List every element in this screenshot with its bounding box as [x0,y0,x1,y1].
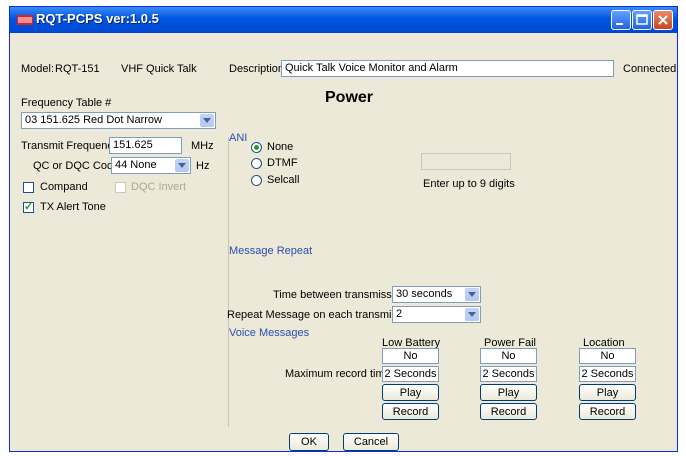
title-bar[interactable]: RQT-PCPS ver:1.0.5 [10,7,677,33]
compand-checkbox[interactable] [23,182,34,193]
ani-digits-field[interactable] [421,153,511,170]
maximize-icon [636,14,648,25]
minimize-button[interactable] [611,10,631,30]
qc-label: QC or DQC Code: [33,160,123,172]
app-icon [17,15,33,25]
ani-radio-selcall[interactable] [251,175,262,186]
ani-hint: Enter up to 9 digits [423,178,515,190]
close-button[interactable] [653,10,673,30]
repeat-message-select[interactable]: 2 [392,306,481,323]
dqc-invert-label: DQC Invert [131,181,187,193]
ani-option-none: None [267,141,294,153]
tx-alert-label: TX Alert Tone [40,201,106,213]
freq-table-label: Frequency Table # [21,97,112,109]
max-record-label: Maximum record time [285,368,391,380]
chevron-down-icon[interactable] [465,308,479,321]
location-record-button[interactable]: Record [579,403,636,420]
chevron-down-icon[interactable] [175,159,189,172]
freq-table-select[interactable]: 03 151.625 Red Dot Narrow [21,112,216,129]
ani-group-label: ANI [229,132,248,144]
time-between-select[interactable]: 30 seconds [392,286,481,303]
repeat-message-label: Repeat Message on each transmission [227,309,418,321]
power-fail-time: 2 Seconds [480,366,537,382]
qc-unit: Hz [196,160,210,172]
power-fail-record-button[interactable]: Record [480,403,537,420]
app-window: RQT-PCPS ver:1.0.5 Model: RQT-151 VHF Qu… [9,6,678,452]
ok-button[interactable]: OK [289,433,329,451]
qc-select[interactable]: 44 None [111,157,191,174]
ani-radio-none[interactable] [251,142,262,153]
tx-freq-label: Transmit Frequency [21,140,119,152]
time-between-value: 30 seconds [396,288,453,300]
maximize-button[interactable] [632,10,652,30]
low-battery-time: 2 Seconds [382,366,439,382]
close-icon [658,15,668,25]
tx-freq-field[interactable]: 151.625 [109,137,182,154]
model-value: RQT-151 [55,63,100,75]
low-battery-status: No [382,348,439,364]
message-repeat-group-label: Message Repeat [229,245,313,257]
power-fail-play-button[interactable]: Play [480,384,537,401]
model-label: Model: [21,63,55,75]
model-type: VHF Quick Talk [121,63,197,75]
qc-value: 44 None [115,159,157,171]
description-field[interactable]: Quick Talk Voice Monitor and Alarm [281,60,614,77]
location-status: No [579,348,636,364]
window-title: RQT-PCPS ver:1.0.5 [36,11,159,26]
location-play-button[interactable]: Play [579,384,636,401]
freq-table-value: 03 151.625 Red Dot Narrow [25,114,162,126]
low-battery-record-button[interactable]: Record [382,403,439,420]
dqc-invert-checkbox [115,182,126,193]
page-title: Power [325,89,374,106]
minimize-icon [616,23,623,25]
ani-option-selcall: Selcall [267,174,300,186]
location-time: 2 Seconds [579,366,636,382]
voice-messages-group-label: Voice Messages [229,327,310,339]
power-fail-status: No [480,348,537,364]
compand-label: Compand [40,181,88,193]
repeat-message-value: 2 [396,308,403,320]
chevron-down-icon[interactable] [200,114,214,127]
cancel-button[interactable]: Cancel [343,433,399,451]
tx-alert-checkbox[interactable] [23,200,34,213]
description-label: Description: [229,63,288,75]
ani-option-dtmf: DTMF [267,157,298,169]
column-divider [228,137,229,427]
ani-radio-dtmf[interactable] [251,158,262,169]
low-battery-play-button[interactable]: Play [382,384,439,401]
connection-status: Connected [623,63,677,75]
chevron-down-icon[interactable] [465,288,479,301]
tx-freq-unit: MHz [191,140,214,152]
